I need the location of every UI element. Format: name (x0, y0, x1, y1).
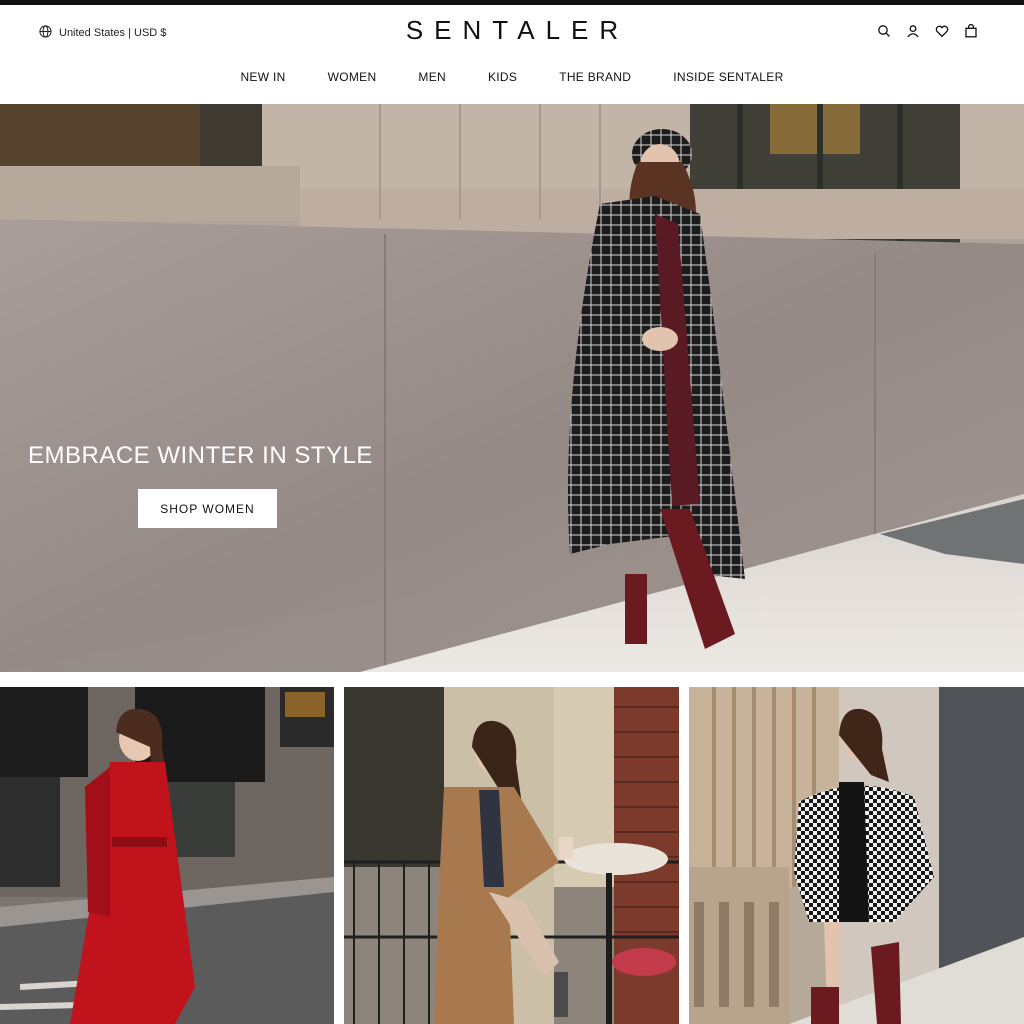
nav-item-new-in[interactable]: NEW IN (240, 70, 285, 84)
hero-banner[interactable]: EMBRACE WINTER IN STYLE SHOP WOMEN (0, 104, 1024, 672)
promo-tile-houndstooth-cape[interactable] (689, 687, 1024, 1024)
nav-item-the-brand[interactable]: THE BRAND (559, 70, 631, 84)
nav-item-kids[interactable]: KIDS (488, 70, 517, 84)
camel-coat-image (344, 687, 679, 1024)
promo-tile-red-coat[interactable] (0, 687, 334, 1024)
hero-title: EMBRACE WINTER IN STYLE (28, 442, 373, 469)
promo-tile-camel-coat[interactable] (344, 687, 679, 1024)
hero-image (0, 104, 1024, 672)
account-icon[interactable] (906, 24, 920, 38)
product-tiles (0, 687, 1024, 1024)
site-header: United States | USD $ SENTALER NEW IN WO… (0, 5, 1024, 104)
search-icon[interactable] (877, 24, 891, 38)
nav-item-men[interactable]: MEN (418, 70, 446, 84)
brand-logo[interactable]: SENTALER (0, 15, 1024, 46)
red-coat-image (0, 687, 334, 1024)
cart-bag-icon[interactable] (964, 23, 978, 38)
nav-item-inside-sentaler[interactable]: INSIDE SENTALER (673, 70, 783, 84)
houndstooth-cape-image (689, 687, 1024, 1024)
nav-item-women[interactable]: WOMEN (328, 70, 377, 84)
wishlist-heart-icon[interactable] (935, 24, 949, 38)
main-navigation: NEW IN WOMEN MEN KIDS THE BRAND INSIDE S… (0, 70, 1024, 84)
header-icons (877, 23, 978, 38)
shop-women-button[interactable]: SHOP WOMEN (138, 489, 277, 528)
